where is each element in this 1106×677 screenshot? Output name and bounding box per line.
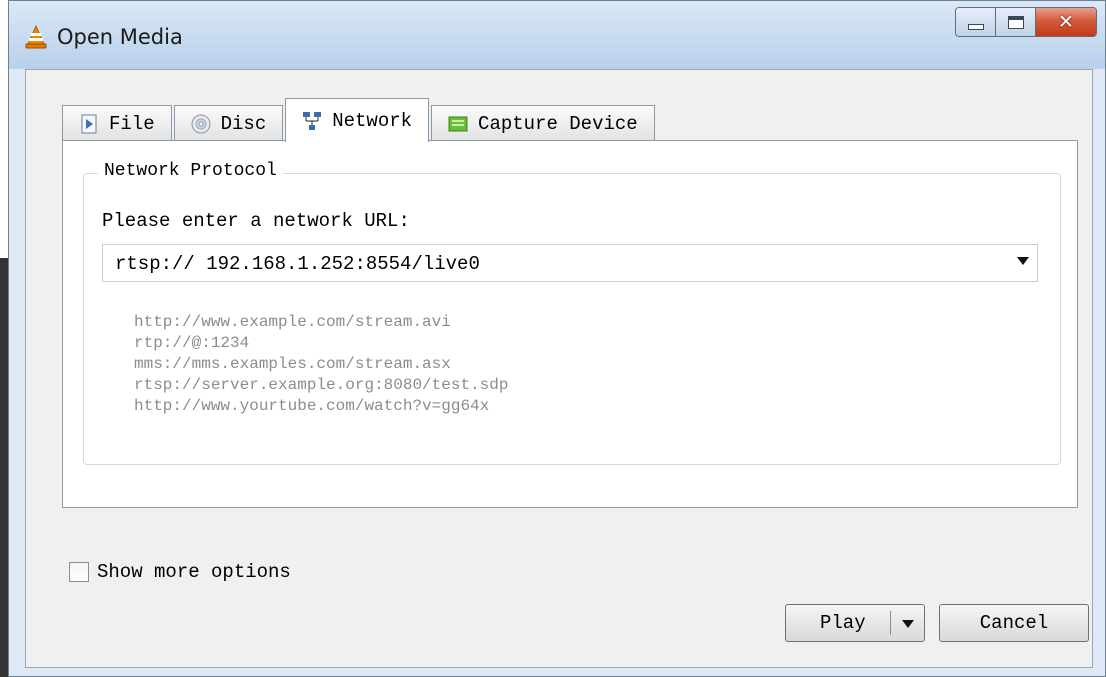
group-title: Network Protocol bbox=[98, 161, 283, 181]
close-button[interactable]: ✕ bbox=[1036, 8, 1096, 36]
minimize-icon bbox=[967, 24, 984, 30]
tab-disc-label: Disc bbox=[220, 112, 267, 135]
play-button[interactable]: Play bbox=[785, 604, 925, 642]
caption-buttons: ✕ bbox=[955, 7, 1097, 37]
maximize-button[interactable] bbox=[996, 8, 1036, 36]
example-url: http://www.example.com/stream.avi bbox=[134, 313, 451, 331]
maximize-icon bbox=[1007, 15, 1024, 29]
tab-file[interactable]: File bbox=[62, 105, 172, 141]
play-dropdown-icon[interactable] bbox=[902, 620, 914, 628]
tab-capture-device-label: Capture Device bbox=[478, 112, 638, 135]
example-url: rtsp://server.example.org:8080/test.sdp bbox=[134, 376, 509, 394]
file-icon bbox=[81, 114, 97, 133]
play-split-divider bbox=[890, 611, 891, 635]
url-examples: http://www.example.com/stream.avi rtp://… bbox=[134, 312, 508, 417]
example-url: mms://mms.examples.com/stream.asx bbox=[134, 355, 451, 373]
capture-device-icon bbox=[448, 116, 468, 131]
close-icon: ✕ bbox=[1058, 11, 1074, 33]
vlc-cone-icon bbox=[25, 25, 47, 49]
example-url: http://www.yourtube.com/watch?v=gg64x bbox=[134, 397, 490, 415]
open-media-dialog: Open Media ✕ File Disc Network Capture D… bbox=[8, 0, 1106, 677]
network-url-value[interactable]: rtsp:// 192.168.1.252:8554/live0 bbox=[115, 253, 480, 275]
show-more-options-checkbox[interactable] bbox=[69, 562, 89, 582]
minimize-button[interactable] bbox=[956, 8, 996, 36]
network-url-combobox[interactable]: rtsp:// 192.168.1.252:8554/live0 bbox=[102, 244, 1038, 282]
show-more-options-label[interactable]: Show more options bbox=[97, 561, 291, 583]
disc-icon bbox=[191, 114, 211, 133]
play-button-label: Play bbox=[820, 612, 866, 634]
network-protocol-group: Network Protocol Please enter a network … bbox=[83, 161, 1061, 465]
cancel-button[interactable]: Cancel bbox=[939, 604, 1089, 642]
example-url: rtp://@:1234 bbox=[134, 334, 250, 352]
tab-network[interactable]: Network bbox=[285, 98, 430, 142]
tab-file-label: File bbox=[109, 112, 155, 135]
tab-capture-device[interactable]: Capture Device bbox=[431, 105, 655, 141]
title-bar[interactable]: Open Media ✕ bbox=[9, 1, 1105, 69]
show-more-options[interactable]: Show more options bbox=[69, 561, 291, 583]
network-icon bbox=[303, 111, 322, 130]
window-title: Open Media bbox=[57, 25, 183, 49]
url-prompt-label: Please enter a network URL: bbox=[102, 210, 410, 232]
chevron-down-icon[interactable] bbox=[1017, 257, 1029, 265]
background-edge bbox=[0, 258, 8, 677]
cancel-button-label: Cancel bbox=[979, 612, 1049, 634]
tab-network-label: Network bbox=[332, 109, 413, 132]
tab-bar: File Disc Network Capture Device bbox=[62, 97, 657, 142]
tab-disc[interactable]: Disc bbox=[173, 105, 284, 141]
network-tab-panel: Network Protocol Please enter a network … bbox=[62, 140, 1078, 508]
